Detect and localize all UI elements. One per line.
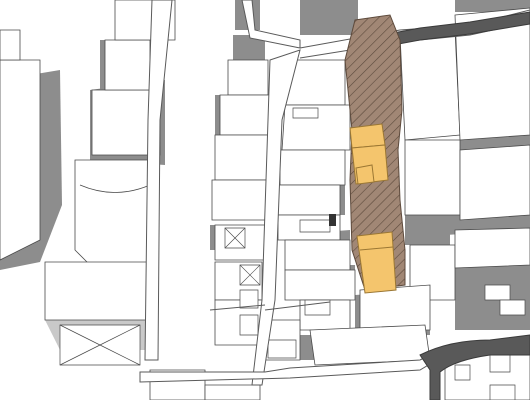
map-canvas bbox=[0, 0, 530, 400]
building bbox=[0, 59, 41, 261]
site-plan-map bbox=[0, 0, 530, 400]
highlighted-building-1 bbox=[349, 123, 386, 149]
